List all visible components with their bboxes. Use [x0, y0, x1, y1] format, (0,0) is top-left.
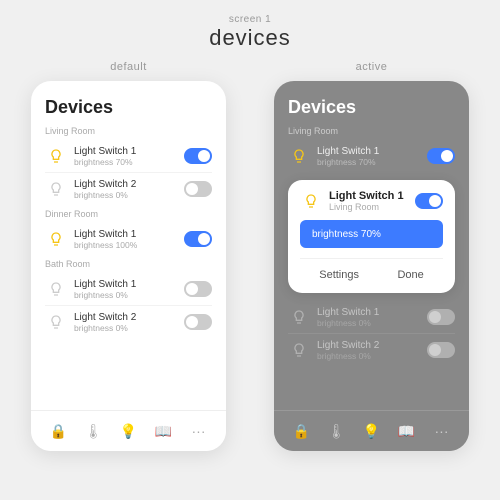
- settings-button[interactable]: Settings: [307, 267, 371, 283]
- page-header: screen 1 devices: [209, 14, 291, 51]
- device-row: Light Switch 1 brightness 100%: [45, 223, 212, 255]
- active-bottom-nav: 🔒 🌡 💡 📖 ···: [274, 410, 469, 451]
- active-section-label: Living Room: [288, 126, 455, 136]
- device-info: Light Switch 2 brightness 0%: [74, 312, 184, 333]
- bulb-icon: [288, 339, 310, 361]
- toggle-lr1[interactable]: [184, 148, 212, 164]
- toggle-ab1[interactable]: [427, 309, 455, 325]
- active-screen-col: active Devices Living Room Light Switch: [259, 61, 484, 451]
- popup-location: Living Room: [329, 202, 415, 212]
- device-info: Light Switch 2 brightness 0%: [74, 179, 184, 200]
- device-brightness: brightness 0%: [74, 323, 184, 333]
- bulb-icon: [45, 178, 67, 200]
- nav-bulb-icon[interactable]: 💡: [360, 419, 384, 443]
- device-name: Light Switch 1: [317, 146, 427, 157]
- default-bottom-nav: 🔒 🌡 💡 📖 ···: [31, 410, 226, 451]
- popup-bulb-icon: [300, 190, 322, 212]
- device-row: Light Switch 1 brightness 0%: [288, 301, 455, 334]
- active-phone: Devices Living Room Light Switch 1 brigh…: [274, 81, 469, 451]
- device-row: Light Switch 1 brightness 0%: [45, 273, 212, 306]
- nav-bulb-icon[interactable]: 💡: [117, 419, 141, 443]
- default-label: default: [110, 61, 147, 73]
- device-brightness: brightness 0%: [317, 318, 427, 328]
- screens-row: default Devices Living Room Light Switch: [0, 61, 500, 451]
- device-brightness: brightness 0%: [74, 290, 184, 300]
- bulb-icon: [45, 311, 67, 333]
- popup-device-name: Light Switch 1: [329, 190, 415, 202]
- popup-brightness-text: brightness 70%: [312, 229, 381, 240]
- device-name: Light Switch 1: [74, 279, 184, 290]
- nav-more-icon[interactable]: ···: [187, 419, 211, 443]
- device-name: Light Switch 2: [317, 340, 427, 351]
- popup-header: Light Switch 1 Living Room: [300, 190, 443, 212]
- section-label-lr: Living Room: [45, 126, 212, 136]
- section-living-room: Living Room Light Switch 1 brightness 70…: [45, 126, 212, 205]
- device-row: Light Switch 1 brightness 70%: [45, 140, 212, 173]
- bulb-icon: [288, 306, 310, 328]
- nav-lock-icon[interactable]: 🔒: [290, 419, 314, 443]
- device-name: Light Switch 1: [74, 146, 184, 157]
- device-info: Light Switch 1 brightness 100%: [74, 229, 184, 250]
- device-row: Light Switch 2 brightness 0%: [45, 306, 212, 338]
- nav-temp-icon[interactable]: 🌡: [325, 419, 349, 443]
- nav-lock-icon[interactable]: 🔒: [47, 419, 71, 443]
- popup-device-info: Light Switch 1 Living Room: [329, 190, 415, 212]
- default-screen-col: default Devices Living Room Light Switch: [16, 61, 241, 451]
- section-bath-room: Bath Room Light Switch 1 brightness 0%: [45, 259, 212, 338]
- toggle-br1[interactable]: [184, 281, 212, 297]
- device-info: Light Switch 1 brightness 0%: [317, 307, 427, 328]
- section-label-dr: Dinner Room: [45, 209, 212, 219]
- active-bottom-devices: Light Switch 1 brightness 0% Light Swi: [288, 301, 455, 366]
- device-info: Light Switch 1 brightness 70%: [317, 146, 427, 167]
- active-devices-title: Devices: [288, 97, 455, 118]
- device-brightness: brightness 70%: [317, 157, 427, 167]
- device-brightness: brightness 0%: [317, 351, 427, 361]
- toggle-popup[interactable]: [415, 193, 443, 209]
- active-top-device-row: Light Switch 1 brightness 70%: [288, 140, 455, 172]
- bulb-icon: [288, 145, 310, 167]
- screen-label: screen 1: [209, 14, 291, 25]
- popup-card: Light Switch 1 Living Room brightness 70…: [288, 180, 455, 293]
- popup-actions: Settings Done: [300, 258, 443, 283]
- active-phone-content: Devices Living Room Light Switch 1 brigh…: [274, 81, 469, 410]
- active-label: active: [356, 61, 388, 73]
- nav-more-icon[interactable]: ···: [430, 419, 454, 443]
- done-button[interactable]: Done: [385, 267, 435, 283]
- popup-brightness-bar: brightness 70%: [300, 220, 443, 248]
- device-info: Light Switch 1 brightness 0%: [74, 279, 184, 300]
- device-info: Light Switch 2 brightness 0%: [317, 340, 427, 361]
- toggle-lr2[interactable]: [184, 181, 212, 197]
- toggle-br2[interactable]: [184, 314, 212, 330]
- nav-temp-icon[interactable]: 🌡: [82, 419, 106, 443]
- section-label-br: Bath Room: [45, 259, 212, 269]
- device-brightness: brightness 100%: [74, 240, 184, 250]
- default-phone: Devices Living Room Light Switch 1 brigh…: [31, 81, 226, 451]
- device-brightness: brightness 0%: [74, 190, 184, 200]
- nav-book-icon[interactable]: 📖: [395, 419, 419, 443]
- section-dinner-room: Dinner Room Light Switch 1 brightness 10…: [45, 209, 212, 255]
- bulb-icon: [45, 145, 67, 167]
- device-info: Light Switch 1 brightness 70%: [74, 146, 184, 167]
- bulb-icon: [45, 228, 67, 250]
- toggle-ab2[interactable]: [427, 342, 455, 358]
- device-row: Light Switch 2 brightness 0%: [288, 334, 455, 366]
- device-name: Light Switch 2: [74, 179, 184, 190]
- device-row: Light Switch 2 brightness 0%: [45, 173, 212, 205]
- active-section-top: Living Room Light Switch 1 brightness 70…: [288, 126, 455, 172]
- device-name: Light Switch 1: [317, 307, 427, 318]
- default-devices-title: Devices: [45, 97, 212, 118]
- device-name: Light Switch 2: [74, 312, 184, 323]
- bulb-icon: [45, 278, 67, 300]
- toggle-active-top[interactable]: [427, 148, 455, 164]
- device-name: Light Switch 1: [74, 229, 184, 240]
- default-phone-content: Devices Living Room Light Switch 1 brigh…: [31, 81, 226, 410]
- toggle-dr1[interactable]: [184, 231, 212, 247]
- page-title: devices: [209, 25, 291, 51]
- device-brightness: brightness 70%: [74, 157, 184, 167]
- nav-book-icon[interactable]: 📖: [152, 419, 176, 443]
